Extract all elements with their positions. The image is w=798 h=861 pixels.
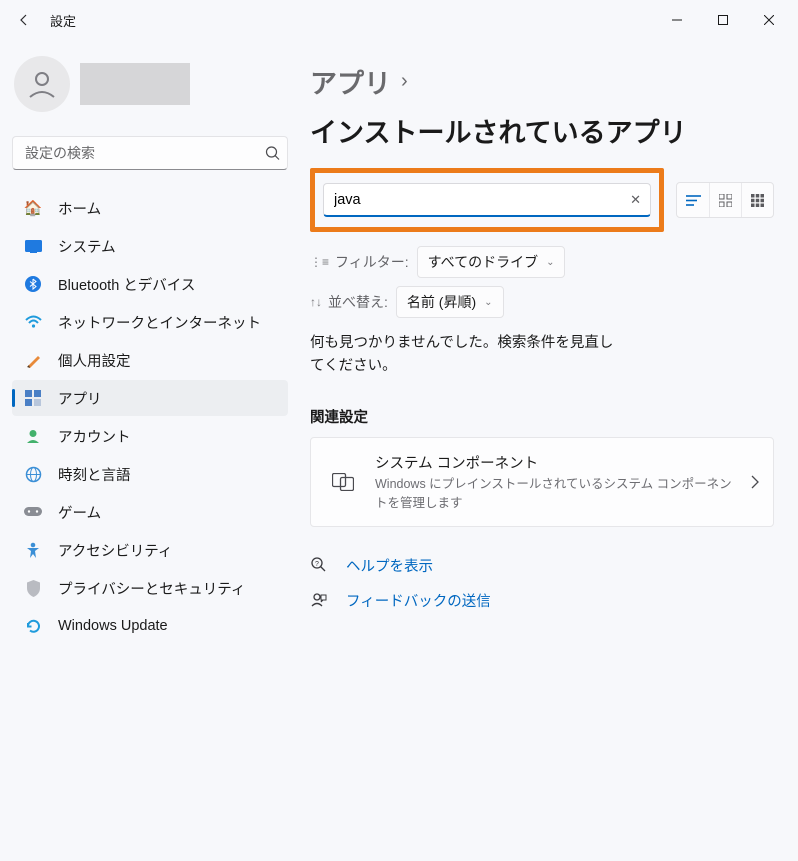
chevron-down-icon: ⌄ — [546, 257, 554, 268]
back-button[interactable] — [6, 2, 42, 38]
feedback-link-text: フィードバックの送信 — [346, 590, 491, 611]
gamepad-icon — [24, 503, 42, 521]
search-button[interactable] — [265, 146, 280, 161]
feedback-icon — [310, 592, 328, 608]
sidebar-item-label: ネットワークとインターネット — [58, 312, 261, 333]
tiles-icon — [751, 194, 764, 207]
sidebar-item-apps[interactable]: アプリ — [12, 380, 288, 416]
user-block[interactable] — [14, 56, 288, 112]
paint-icon — [24, 351, 42, 369]
page-title: インストールされているアプリ — [310, 111, 687, 150]
clear-search-button[interactable]: ✕ — [630, 192, 641, 208]
settings-search-input[interactable] — [12, 136, 288, 170]
main-content: アプリ › インストールされているアプリ ✕ — [300, 40, 798, 644]
sidebar-item-label: Windows Update — [58, 618, 168, 634]
system-icon — [24, 237, 42, 255]
sidebar-item-gaming[interactable]: ゲーム — [12, 494, 288, 530]
filter-value: すべてのドライブ — [428, 252, 538, 272]
account-icon — [24, 427, 42, 445]
view-tiles-button[interactable] — [741, 183, 773, 217]
sidebar-item-privacy[interactable]: プライバシーとセキュリティ — [12, 570, 288, 606]
sidebar-item-label: 時刻と言語 — [58, 464, 131, 485]
sidebar-item-bluetooth[interactable]: Bluetooth とデバイス — [12, 266, 288, 302]
svg-text:?: ? — [315, 561, 319, 568]
filter-dropdown[interactable]: すべてのドライブ ⌄ — [417, 246, 566, 278]
wifi-icon — [24, 313, 42, 331]
highlight-annotation: ✕ — [310, 168, 664, 232]
view-list-button[interactable] — [677, 183, 709, 217]
sidebar-item-label: アクセシビリティ — [58, 540, 172, 561]
sort-value: 名前 (昇順) — [407, 292, 476, 312]
grid-icon — [719, 194, 732, 207]
home-icon: 🏠 — [24, 199, 42, 217]
card-description: Windows にプレインストールされているシステム コンポーネントを管理します — [375, 475, 735, 511]
sort-dropdown[interactable]: 名前 (昇順) ⌄ — [396, 286, 504, 318]
chevron-right-icon — [751, 475, 759, 489]
search-icon — [265, 146, 280, 161]
help-link[interactable]: ? ヘルプを表示 — [310, 555, 774, 576]
sidebar-item-label: アカウント — [58, 426, 131, 447]
filter-icon: ⋮≡ — [310, 255, 329, 269]
sidebar-item-windows-update[interactable]: Windows Update — [12, 608, 288, 644]
sidebar-item-time-language[interactable]: 時刻と言語 — [12, 456, 288, 492]
sidebar-item-label: ホーム — [58, 198, 101, 219]
maximize-button[interactable] — [700, 4, 746, 36]
user-name-placeholder — [80, 63, 190, 105]
clock-globe-icon — [24, 465, 42, 483]
system-components-card[interactable]: システム コンポーネント Windows にプレインストールされているシステム … — [310, 437, 774, 526]
sort-label: ↑↓並べ替え: — [310, 292, 388, 312]
help-link-text: ヘルプを表示 — [346, 555, 433, 576]
shield-icon — [24, 579, 42, 597]
minimize-button[interactable] — [654, 4, 700, 36]
sort-icon: ↑↓ — [310, 295, 322, 309]
accessibility-icon — [24, 541, 42, 559]
sidebar-item-network[interactable]: ネットワークとインターネット — [12, 304, 288, 340]
sidebar-item-label: 個人用設定 — [58, 350, 131, 371]
arrow-left-icon — [16, 12, 32, 28]
chevron-right-icon: › — [401, 70, 408, 93]
sidebar-item-label: プライバシーとセキュリティ — [58, 578, 245, 599]
empty-results-message: 何も見つかりませんでした。検索条件を見直してください。 — [310, 332, 620, 378]
sidebar-item-label: ゲーム — [58, 502, 101, 523]
sidebar-item-label: システム — [58, 236, 116, 257]
sidebar-item-label: Bluetooth とデバイス — [58, 274, 195, 295]
sidebar: 🏠 ホーム システム Bluetooth とデバイス ネットワークとインターネッ… — [0, 40, 300, 644]
sidebar-item-system[interactable]: システム — [12, 228, 288, 264]
filter-label: ⋮≡フィルター: — [310, 252, 409, 272]
view-grid-button[interactable] — [709, 183, 741, 217]
sidebar-item-personalization[interactable]: 個人用設定 — [12, 342, 288, 378]
list-icon — [686, 194, 701, 207]
app-search-input[interactable] — [323, 183, 651, 217]
sidebar-item-accounts[interactable]: アカウント — [12, 418, 288, 454]
sidebar-item-accessibility[interactable]: アクセシビリティ — [12, 532, 288, 568]
maximize-icon — [718, 15, 728, 25]
window-title: 設定 — [50, 11, 76, 30]
person-icon — [25, 67, 59, 101]
sidebar-item-label: アプリ — [58, 388, 102, 409]
minimize-icon — [672, 15, 682, 25]
close-button[interactable] — [746, 4, 792, 36]
bluetooth-icon — [24, 275, 42, 293]
apps-icon — [24, 389, 42, 407]
close-icon — [764, 15, 774, 25]
card-title: システム コンポーネント — [375, 452, 735, 473]
feedback-link[interactable]: フィードバックの送信 — [310, 590, 774, 611]
breadcrumb: アプリ › インストールされているアプリ — [310, 62, 774, 150]
breadcrumb-parent[interactable]: アプリ — [310, 62, 391, 101]
sidebar-item-home[interactable]: 🏠 ホーム — [12, 190, 288, 226]
avatar — [14, 56, 70, 112]
component-icon — [331, 472, 355, 492]
help-icon: ? — [310, 557, 328, 573]
view-toggle-group — [676, 182, 774, 218]
chevron-down-icon: ⌄ — [484, 297, 492, 308]
related-settings-heading: 関連設定 — [310, 406, 774, 427]
update-icon — [24, 617, 42, 635]
